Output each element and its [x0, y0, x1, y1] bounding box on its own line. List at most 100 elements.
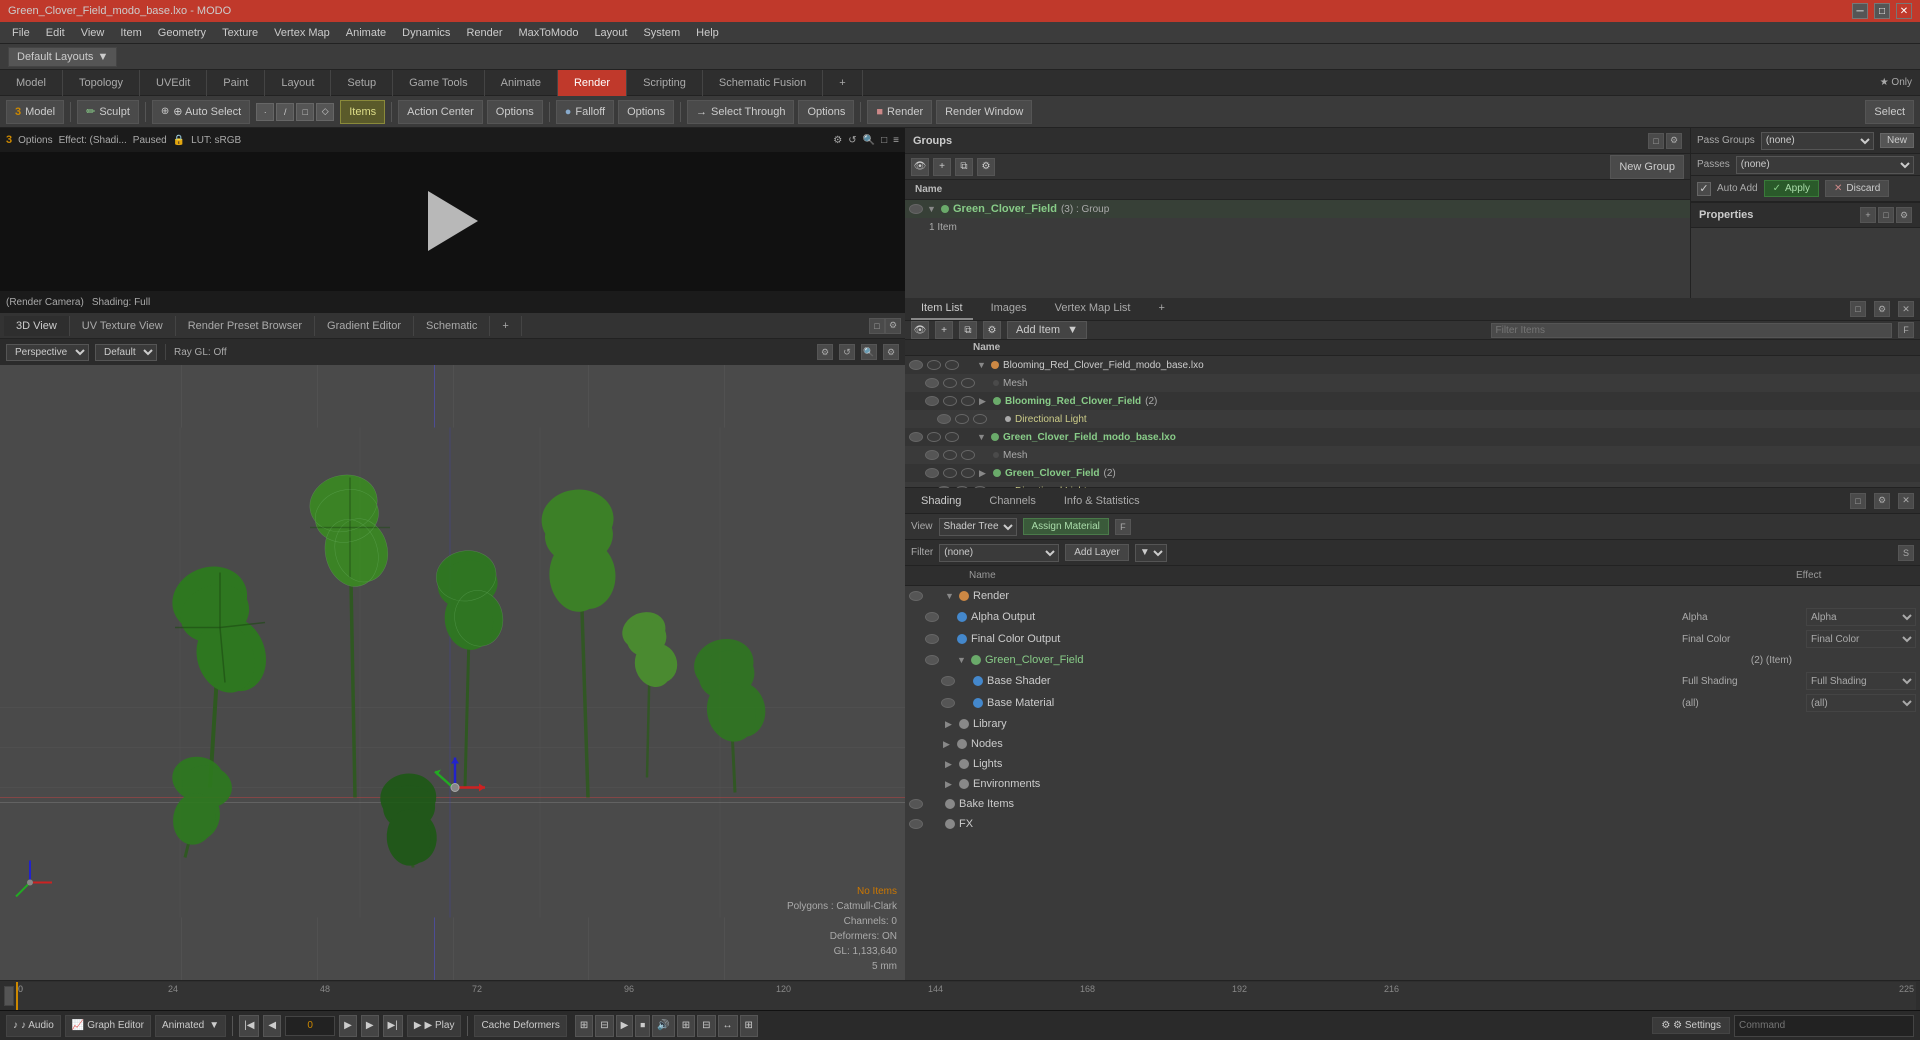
- next-frame-btn[interactable]: ▶: [361, 1015, 379, 1037]
- il-copy-btn[interactable]: ⧉: [959, 321, 977, 339]
- tab-model[interactable]: Model: [0, 70, 63, 96]
- menu-view[interactable]: View: [73, 25, 113, 41]
- tab-channels[interactable]: Channels: [979, 491, 1045, 511]
- menu-texture[interactable]: Texture: [214, 25, 266, 41]
- shader-finalcolor-row[interactable]: Final Color Output Final Color Final Col…: [905, 628, 1920, 650]
- sh-expand-btn[interactable]: □: [1850, 493, 1866, 509]
- sh-lights-expand[interactable]: ▶: [945, 759, 955, 770]
- play-pause-btn[interactable]: ▶: [339, 1015, 357, 1037]
- model-mode-btn[interactable]: 3 Model: [6, 100, 64, 124]
- filter-dropdown[interactable]: (none): [939, 544, 1059, 562]
- sh-alpha-dropdown[interactable]: Alpha: [1806, 608, 1916, 626]
- vp-settings-btn[interactable]: ⚙: [885, 318, 901, 334]
- cache-btn[interactable]: Cache Deformers: [474, 1015, 566, 1037]
- maximize-button[interactable]: □: [1874, 3, 1890, 19]
- gear-btn[interactable]: ⚙: [977, 158, 995, 176]
- audio-btn[interactable]: ♪ ♪ Audio: [6, 1015, 61, 1037]
- tc1[interactable]: ⊞: [575, 1015, 593, 1037]
- edge-mode[interactable]: /: [276, 103, 294, 121]
- item-row-1[interactable]: ▼ Blooming_Red_Clover_Field_modo_base.lx…: [905, 356, 1920, 374]
- item-row-4[interactable]: Directional Light: [905, 410, 1920, 428]
- tab-images[interactable]: Images: [981, 298, 1037, 320]
- sh-close-btn[interactable]: ✕: [1898, 493, 1914, 509]
- sh-finalcolor-dropdown[interactable]: Final Color: [1806, 630, 1916, 648]
- shader-env-row[interactable]: ▶ Environments: [905, 774, 1920, 794]
- sh-f-btn[interactable]: F: [1115, 519, 1131, 535]
- il-f-btn[interactable]: F: [1898, 322, 1914, 338]
- tc6[interactable]: ⊞: [677, 1015, 695, 1037]
- shading-dropdown[interactable]: Default: [95, 344, 157, 361]
- shader-basematerial-row[interactable]: Base Material (all) (all): [905, 692, 1920, 714]
- plus-btn[interactable]: +: [933, 158, 951, 176]
- shader-gcf-row[interactable]: ▼ Green_Clover_Field (2) (Item): [905, 650, 1920, 670]
- tab-vertex-map[interactable]: Vertex Map List: [1045, 298, 1141, 320]
- shader-fx-row[interactable]: FX: [905, 814, 1920, 834]
- tab-render[interactable]: Render: [558, 70, 627, 96]
- sh-bm-dropdown[interactable]: (all): [1806, 694, 1916, 712]
- props-expand-btn[interactable]: □: [1878, 207, 1894, 223]
- play-button[interactable]: [428, 191, 478, 251]
- minimize-button[interactable]: ─: [1852, 3, 1868, 19]
- menu-geometry[interactable]: Geometry: [150, 25, 214, 41]
- sh-lib-expand[interactable]: ▶: [945, 719, 955, 730]
- next-key-btn[interactable]: ▶|: [383, 1015, 403, 1037]
- il-close-btn[interactable]: ✕: [1898, 301, 1914, 317]
- tc2[interactable]: ⊟: [595, 1015, 613, 1037]
- graph-editor-btn[interactable]: 📈 Graph Editor: [65, 1015, 151, 1037]
- tab-add[interactable]: +: [823, 70, 862, 96]
- shader-alpha-row[interactable]: Alpha Output Alpha Alpha: [905, 606, 1920, 628]
- sh-bs-dropdown[interactable]: Full Shading: [1806, 672, 1916, 690]
- render-icon3[interactable]: 🔍: [863, 135, 875, 146]
- options2-btn[interactable]: Options: [618, 100, 674, 124]
- item-row-5[interactable]: ▼ Green_Clover_Field_modo_base.lxo: [905, 428, 1920, 446]
- tab-item-list[interactable]: Item List: [911, 298, 973, 320]
- render-window-btn[interactable]: Render Window: [936, 100, 1032, 124]
- vp-expand-btn[interactable]: □: [869, 318, 885, 334]
- new-group-btn[interactable]: New Group: [1610, 155, 1684, 179]
- render-icon1[interactable]: ⚙: [833, 135, 842, 146]
- tab-setup[interactable]: Setup: [331, 70, 393, 96]
- menu-layout[interactable]: Layout: [586, 25, 635, 41]
- menu-edit[interactable]: Edit: [38, 25, 73, 41]
- tab-shading[interactable]: Shading: [911, 491, 971, 511]
- discard-btn[interactable]: ✕ Discard: [1825, 180, 1889, 197]
- tab-animate[interactable]: Animate: [485, 70, 558, 96]
- il-gear-btn[interactable]: ⚙: [983, 321, 1001, 339]
- prev-frame-btn[interactable]: ◀: [263, 1015, 281, 1037]
- tc3[interactable]: ▶: [616, 1015, 634, 1037]
- perspective-dropdown[interactable]: Perspective: [6, 344, 89, 361]
- animated-btn[interactable]: Animated ▼: [155, 1015, 226, 1037]
- auto-add-checkbox[interactable]: ✓: [1697, 182, 1711, 196]
- sh-env-expand[interactable]: ▶: [945, 779, 955, 790]
- shader-baseshader-row[interactable]: Base Shader Full Shading Full Shading: [905, 670, 1920, 692]
- prev-key-btn[interactable]: |◀: [239, 1015, 259, 1037]
- tab-vp-add[interactable]: +: [490, 316, 521, 336]
- render-btn[interactable]: ■ Render: [867, 100, 932, 124]
- item5-expand[interactable]: ▼: [977, 432, 987, 442]
- eye-btn[interactable]: 👁: [911, 158, 929, 176]
- sh-nodes-expand[interactable]: ▶: [943, 739, 953, 750]
- il-plus-btn[interactable]: +: [935, 321, 953, 339]
- tab-topology[interactable]: Topology: [63, 70, 140, 96]
- options1-btn[interactable]: Options: [487, 100, 543, 124]
- close-button[interactable]: ✕: [1896, 3, 1912, 19]
- groups-expand-btn[interactable]: □: [1648, 133, 1664, 149]
- group-item-row[interactable]: ▼ Green_Clover_Field (3) : Group: [905, 200, 1690, 218]
- tab-uvtexture[interactable]: UV Texture View: [70, 316, 176, 336]
- select-through-btn[interactable]: → Select Through: [687, 100, 794, 124]
- item-expand[interactable]: ▼: [927, 204, 937, 214]
- tc8[interactable]: ↔: [718, 1015, 738, 1037]
- vp-zoom-btn[interactable]: 🔍: [861, 344, 877, 360]
- autoselect-btn[interactable]: ⊕ ⊕ Auto Select: [152, 100, 250, 124]
- items-btn[interactable]: Items: [340, 100, 385, 124]
- pass-groups-dropdown[interactable]: (none): [1761, 132, 1874, 150]
- tc9[interactable]: ⊞: [740, 1015, 758, 1037]
- menu-system[interactable]: System: [635, 25, 688, 41]
- tab-uvedit[interactable]: UVEdit: [140, 70, 207, 96]
- view-dropdown[interactable]: Shader Tree: [939, 518, 1017, 536]
- tab-3dview[interactable]: 3D View: [4, 316, 70, 336]
- menu-help[interactable]: Help: [688, 25, 727, 41]
- new-pass-btn[interactable]: New: [1880, 133, 1914, 148]
- tc7[interactable]: ⊟: [697, 1015, 715, 1037]
- item7-expand[interactable]: ▶: [979, 468, 989, 479]
